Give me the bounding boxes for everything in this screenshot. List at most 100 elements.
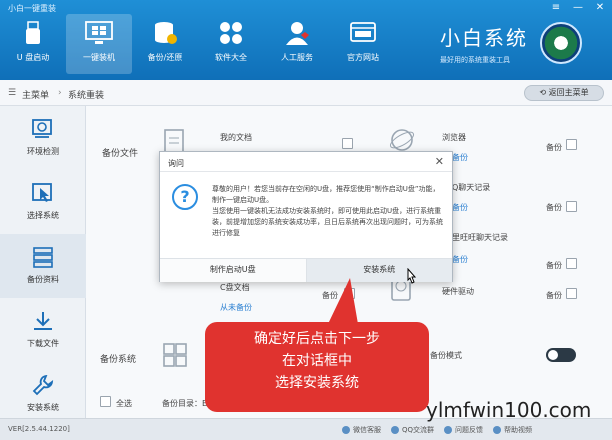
breadcrumb-separator: › <box>58 88 62 98</box>
c-docs-name: C盘文档 <box>220 283 250 292</box>
browser-checkbox[interactable] <box>566 139 577 150</box>
qq-checkbox[interactable] <box>566 201 577 212</box>
back-to-main-button[interactable]: ⟲ 返回主菜单 <box>524 85 604 101</box>
nav-item-manual-service[interactable]: 人工服务 <box>264 14 330 74</box>
windows-monitor-icon <box>85 21 113 44</box>
nav-item-usb-boot[interactable]: U 盘启动 <box>0 14 66 74</box>
browser-icon <box>389 129 415 151</box>
brand-title: 小白系统 <box>440 26 528 50</box>
sidebar-item-backup-data[interactable]: 备份资料 <box>0 234 86 298</box>
menu-icon[interactable]: ≡ <box>550 2 562 13</box>
windows-logo-icon <box>163 343 187 367</box>
footer-link-feedback[interactable]: 问题反馈 <box>444 425 483 435</box>
dialog-message-line: 尊敬的用户！若您当前存在空闲的U盘，推荐您使用“制作启动U盘”功能，制作一键启动… <box>212 185 440 204</box>
browser-backup-link[interactable]: 备份 <box>452 152 468 163</box>
sidebar-label: 环境检测 <box>27 147 59 156</box>
database-icon <box>155 22 177 44</box>
hardware-driver-name: 硬件驱动 <box>442 287 474 296</box>
callout-line: 确定好后点击下一步 <box>254 331 380 347</box>
backup-server-icon <box>33 247 53 268</box>
minimize-icon[interactable]: — <box>572 2 584 13</box>
dialog-close-icon[interactable]: ✕ <box>435 155 444 168</box>
mouse-cursor-icon <box>407 268 417 284</box>
backup-mode-toggle[interactable] <box>546 348 576 362</box>
sidebar-item-install-system[interactable]: 安装系统 <box>0 362 86 426</box>
nav-item-official-site[interactable]: 官方网站 <box>330 14 396 74</box>
c-docs-status: 从未备份 <box>220 303 252 312</box>
footer-link-label: 帮助视频 <box>504 426 533 434</box>
browser-name: 浏览器 <box>442 133 466 142</box>
sidebar-label: 安装系统 <box>27 403 59 412</box>
instruction-callout: 确定好后点击下一步 在对话框中 选择安装系统 <box>205 322 429 412</box>
backup-system-label: 备份系统 <box>100 355 137 365</box>
window-controls: ≡ — ✕ <box>550 2 606 13</box>
sidebar-item-download[interactable]: 下载文件 <box>0 298 86 362</box>
my-docs-checkbox[interactable] <box>342 138 353 149</box>
wechat-icon <box>342 426 350 434</box>
back-label: 返回主菜单 <box>548 88 589 97</box>
footer-links: 微信客服 QQ交流群 问题反馈 帮助视频 <box>342 425 532 435</box>
question-icon: ? <box>172 184 198 210</box>
backup-mode-label: 备份模式 <box>430 351 462 360</box>
footer-link-wechat[interactable]: 微信客服 <box>342 425 381 435</box>
top-nav: U 盘启动 一键装机 备份/还原 软件大全 人工服务 官方网站 <box>0 14 396 74</box>
watermark: ylmfwin100.com <box>426 398 592 422</box>
wangwang-backup-link[interactable]: 备份 <box>452 254 468 265</box>
qq-backup-link[interactable]: 备份 <box>452 202 468 213</box>
backup-files-label: 备份文件 <box>102 149 139 159</box>
breadcrumb-current: 系统重装 <box>68 91 105 101</box>
qq-backup-label: 备份 <box>546 203 562 212</box>
support-person-icon <box>286 22 309 45</box>
nav-item-backup-restore[interactable]: 备份/还原 <box>132 14 198 74</box>
brand-subtitle: 最好用的系统重装工具 <box>440 56 510 64</box>
nav-item-software[interactable]: 软件大全 <box>198 14 264 74</box>
confirm-dialog: 询问 ✕ ? 尊敬的用户！若您当前存在空闲的U盘，推荐您使用“制作启动U盘”功能… <box>159 151 453 282</box>
select-all-checkbox[interactable] <box>100 396 111 407</box>
wangwang-checkbox[interactable] <box>566 258 577 269</box>
driver-backup-label: 备份 <box>546 291 562 300</box>
sidebar-item-select-system[interactable]: 选择系统 <box>0 170 86 234</box>
download-icon <box>34 312 52 330</box>
environment-check-icon <box>32 119 52 138</box>
version-label: VER[2.5.44.1220] <box>8 425 70 433</box>
make-boot-usb-button[interactable]: 制作启动U盘 <box>160 259 306 282</box>
dialog-message: 尊敬的用户！若您当前存在空闲的U盘，推荐您使用“制作启动U盘”功能，制作一键启动… <box>212 184 444 239</box>
footer-link-help-video[interactable]: 帮助视频 <box>493 425 532 435</box>
app-window: 小白一键重装 ≡ — ✕ U 盘启动 一键装机 备份/还原 软件大全 人工服务 … <box>0 0 612 440</box>
footer-link-qq-group[interactable]: QQ交流群 <box>391 425 434 435</box>
callout-line: 在对话框中 <box>282 353 352 369</box>
footer-link-label: QQ交流群 <box>402 426 435 434</box>
wangwang-backup-label: 备份 <box>546 261 562 270</box>
sidebar-label: 选择系统 <box>27 211 59 220</box>
dialog-title: 询问 <box>168 159 184 168</box>
nav-item-one-click-install[interactable]: 一键装机 <box>66 14 132 74</box>
sidebar-label: 下载文件 <box>27 339 59 348</box>
close-icon[interactable]: ✕ <box>594 2 606 13</box>
nav-label: 一键装机 <box>83 53 115 62</box>
wangwang-chat-name: 阿里旺旺聊天记录 <box>444 233 508 242</box>
brand: 小白系统 最好用的系统重装工具 <box>440 22 528 65</box>
qq-icon <box>391 426 399 434</box>
brand-logo <box>540 22 582 64</box>
breadcrumb-root[interactable]: 主菜单 <box>22 88 49 101</box>
window-title: 小白一键重装 <box>8 4 56 13</box>
callout-line: 选择安装系统 <box>275 375 359 391</box>
nav-label: 人工服务 <box>281 53 313 62</box>
nav-label: 备份/还原 <box>147 53 183 62</box>
select-all-label: 全选 <box>116 399 132 408</box>
back-arrow-icon: ⟲ <box>539 88 549 97</box>
dialog-divider <box>160 171 452 172</box>
breadcrumb: ☰ 主菜单 › 系统重装 ⟲ 返回主菜单 <box>0 80 612 106</box>
wrench-icon <box>32 374 54 396</box>
cursor-select-icon <box>32 183 52 202</box>
nav-label: 官方网站 <box>347 53 379 62</box>
sidebar-item-env-check[interactable]: 环境检测 <box>0 106 86 170</box>
footer-link-label: 问题反馈 <box>455 426 484 434</box>
website-icon <box>350 22 376 42</box>
nav-label: U 盘启动 <box>16 53 50 62</box>
nav-label: 软件大全 <box>215 53 247 62</box>
driver-checkbox[interactable] <box>566 288 577 299</box>
footer-link-label: 微信客服 <box>353 426 381 434</box>
dialog-message-line: 当您使用一键装机无法成功安装系统时，即可使用此启动U盘，进行系统重装，前提增加您… <box>212 207 443 237</box>
feedback-icon <box>444 426 453 434</box>
